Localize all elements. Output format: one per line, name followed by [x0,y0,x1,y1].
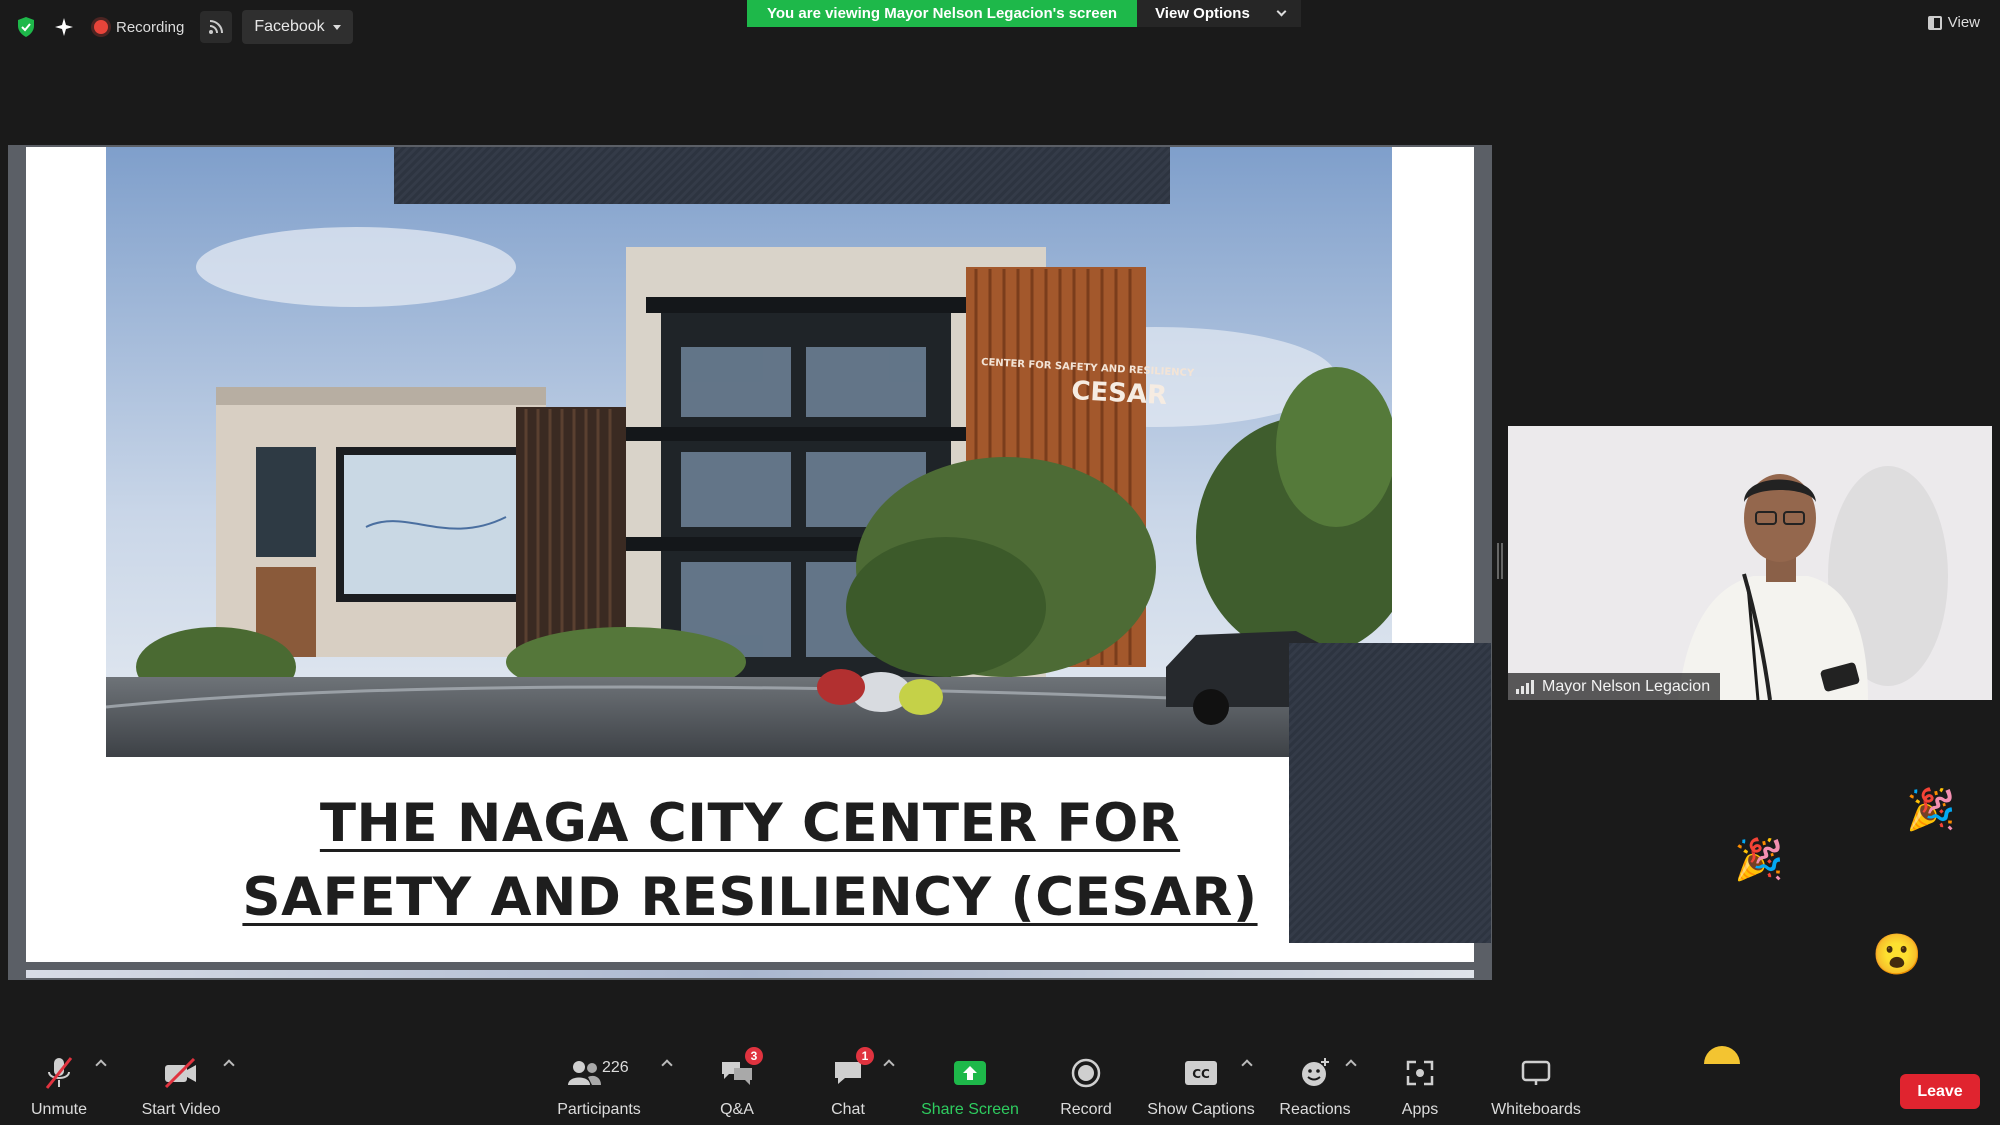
leave-label: Leave [1917,1082,1963,1100]
viewing-banner: You are viewing Mayor Nelson Legacion's … [747,0,1301,27]
reactions-button[interactable]: Reactions [1278,1039,1352,1125]
reactions-options-caret[interactable] [1342,1039,1360,1125]
stream-target-dropdown[interactable]: Facebook [242,10,353,44]
chevron-down-icon [1276,6,1287,17]
whiteboards-label: Whiteboards [1491,1101,1581,1118]
topbar-left: Recording Facebook [12,10,353,44]
video-options-caret[interactable] [220,1039,238,1125]
participant-video-frame [1508,426,1992,700]
surprised-face-icon: 😮 [1872,933,1922,977]
share-screen-label: Share Screen [921,1101,1019,1118]
live-stream-icon[interactable] [200,11,233,43]
captions-icon: CC [1181,1053,1221,1093]
captions-options-caret[interactable] [1238,1039,1256,1125]
participant-video[interactable]: Mayor Nelson Legacion [1508,426,1992,700]
signal-strength-icon [1516,679,1534,694]
record-label: Record [1060,1101,1112,1118]
presentation-slide: CENTER FOR SAFETY AND RESILIENCY CESAR T… [26,147,1474,962]
start-video-button[interactable]: Start Video [136,1039,226,1125]
chat-icon: 1 [828,1047,874,1093]
view-layout-icon [1927,15,1942,30]
chevron-up-icon [1241,1059,1253,1071]
slide-title-line-2: SAFETY AND RESILIENCY (CESAR) [242,867,1258,928]
recording-label: Recording [116,18,185,36]
record-dot-icon [94,20,108,34]
apps-label: Apps [1401,1101,1439,1118]
audio-options-caret[interactable] [92,1039,110,1125]
record-icon [1066,1053,1106,1093]
microphone-muted-icon [39,1053,79,1093]
participants-count: 226 [602,1059,629,1076]
slide-decor-bar [394,147,1170,204]
apps-button[interactable]: Apps [1396,1039,1444,1125]
view-label: View [1947,14,1980,31]
chat-badge: 1 [856,1047,874,1065]
participants-button[interactable]: 226 Participants [554,1039,644,1125]
next-slide-strip [26,970,1474,978]
view-options-button[interactable]: View Options [1137,0,1301,27]
chevron-up-icon [223,1059,235,1071]
party-popper-icon: 🎉 [1734,838,1784,882]
start-video-label: Start Video [141,1101,221,1118]
camera-off-icon [161,1053,201,1093]
record-button[interactable]: Record [1058,1039,1114,1125]
qa-icon: 3 [717,1047,763,1093]
chat-button[interactable]: 1 Chat [826,1039,874,1125]
whiteboard-icon [1516,1053,1556,1093]
participants-icon: 226 [564,1053,629,1093]
apps-icon [1400,1053,1440,1093]
slide-title-line-1: THE NAGA CITY CENTER FOR [319,793,1181,854]
slide-decor-block [1289,643,1491,943]
resize-handle[interactable] [1497,543,1503,579]
shared-screen[interactable]: CENTER FOR SAFETY AND RESILIENCY CESAR T… [8,145,1492,980]
qa-label: Q&A [720,1101,754,1118]
building-sign-large: CESAR [1071,376,1168,411]
sparkle-icon[interactable] [50,13,78,41]
chevron-up-icon [661,1059,673,1071]
participant-name-tag: Mayor Nelson Legacion [1508,673,1721,700]
share-screen-button[interactable]: Share Screen [920,1039,1020,1125]
meeting-toolbar: Unmute Start Video 226 Participants 3 Q&… [0,1039,2000,1125]
leave-button[interactable]: Leave [1900,1074,1980,1109]
chat-label: Chat [831,1101,865,1118]
slide-title: THE NAGA CITY CENTER FOR SAFETY AND RESI… [26,787,1474,935]
reactions-label: Reactions [1279,1101,1351,1118]
participants-label: Participants [557,1101,641,1118]
unmute-button[interactable]: Unmute [22,1039,96,1125]
participants-options-caret[interactable] [658,1039,676,1125]
participant-name: Mayor Nelson Legacion [1542,677,1711,695]
qa-badge: 3 [745,1047,763,1065]
viewing-banner-text: You are viewing Mayor Nelson Legacion's … [747,0,1138,27]
chevron-up-icon [1345,1059,1357,1071]
building-rendering-image: CENTER FOR SAFETY AND RESILIENCY CESAR [106,147,1392,757]
view-button[interactable]: View [1927,14,1980,31]
recording-indicator[interactable]: Recording [88,19,190,36]
smiley-plus-icon [1295,1053,1335,1093]
view-options-label: View Options [1155,5,1250,22]
unmute-label: Unmute [30,1101,88,1118]
chevron-up-icon [883,1059,895,1071]
meeting-window: Recording Facebook You are viewing Mayor… [0,0,2000,1125]
chevron-up-icon [95,1059,107,1071]
party-popper-icon: 🎉 [1906,788,1956,832]
share-screen-icon [950,1053,990,1093]
whiteboards-button[interactable]: Whiteboards [1486,1039,1586,1125]
caret-down-icon [332,24,341,30]
qa-button[interactable]: 3 Q&A [712,1039,763,1125]
shield-icon[interactable] [12,13,40,41]
svg-text:CC: CC [1192,1067,1210,1081]
chat-options-caret[interactable] [880,1039,898,1125]
stream-target-label: Facebook [254,18,325,35]
